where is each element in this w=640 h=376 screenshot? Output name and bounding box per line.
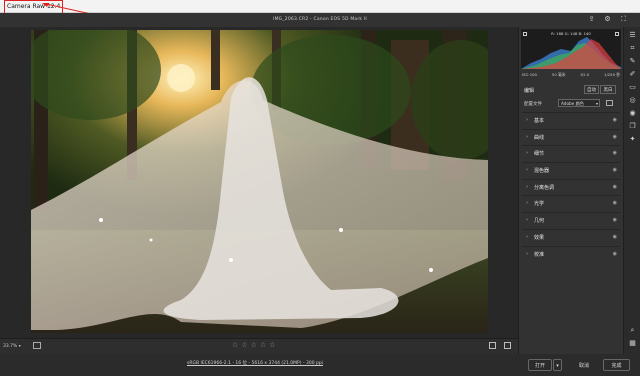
eye-icon[interactable]: ◉ (613, 217, 617, 223)
tool-strip: ☰ ⌗ ✎ ✐ ▭ ◎ ◉ ❐ ✦ ⌕ ▦ (623, 27, 640, 354)
chevron-right-icon: › (526, 217, 528, 224)
star-1-icon[interactable]: ☆ (232, 341, 238, 350)
panel-basic[interactable]: › 基本 ◉ (522, 112, 620, 129)
panel-geometry[interactable]: › 几何 ◉ (522, 212, 620, 229)
photo-preview[interactable] (31, 30, 488, 333)
edit-title: 编辑 (524, 88, 535, 94)
panel-label: 混色器 (534, 168, 550, 175)
eye-icon[interactable]: ◉ (613, 200, 617, 206)
exif-lens: 50 毫米 (551, 72, 566, 77)
black-white-button[interactable]: 黑白 (600, 85, 616, 94)
panel-label: 几何 (534, 218, 545, 225)
snapshots-icon[interactable]: ❐ (627, 121, 638, 131)
eye-icon[interactable]: ◉ (613, 117, 617, 123)
healing-brush-icon[interactable]: ✎ (627, 56, 638, 66)
zoom-value: 33.7% (3, 344, 18, 349)
shadow-clip-icon[interactable] (523, 32, 527, 36)
before-after-icon[interactable] (489, 342, 496, 349)
sliders-icon[interactable]: ☰ (627, 30, 638, 40)
workflow-options-link[interactable]: sRGB IEC61966-2.1 - 16 位 - 5616 x 3744 (… (0, 360, 510, 366)
open-dropdown-icon[interactable]: ▾ (553, 359, 562, 371)
red-eye-icon[interactable]: ◉ (627, 108, 638, 118)
star-rating[interactable]: ☆ ☆ ☆ ☆ ☆ (232, 341, 275, 350)
histogram-readout: R: 168 G: 148 B: 140 (551, 31, 591, 36)
star-4-icon[interactable]: ☆ (260, 341, 266, 350)
chevron-right-icon: › (526, 250, 528, 257)
panel-label: 光学 (534, 201, 545, 208)
presets-icon[interactable]: ✦ (627, 134, 638, 144)
panel-label: 效果 (534, 234, 545, 241)
profile-select[interactable]: Adobe 颜色 ▾ (558, 99, 600, 107)
open-button[interactable]: 打开 (528, 359, 552, 371)
edit-panel: R: 168 G: 148 B: 140 ISO 100 50 毫米 f/2.0… (518, 27, 623, 354)
eye-icon[interactable]: ◉ (613, 234, 617, 240)
histogram: R: 168 G: 148 B: 140 (521, 29, 621, 69)
cancel-button[interactable]: 取消 (572, 359, 596, 371)
radial-filter-icon[interactable]: ◎ (627, 95, 638, 105)
compare-view-icon[interactable] (504, 342, 511, 349)
zoom-level[interactable]: 33.7% ▾ (3, 343, 21, 349)
top-toolbar: IMG_2063.CR2 - Canon EOS 5D Mark II ⇪ ⚙ … (0, 13, 640, 27)
footer: sRGB IEC61966-2.1 - 16 位 - 5616 x 3744 (… (0, 354, 640, 376)
panel-label: 细节 (534, 151, 545, 158)
panel-list: › 基本 ◉ › 曲线 ◉ › 细节 ◉ › 混色器 ◉ › 分离色调 ◉ › … (522, 112, 620, 262)
chevron-right-icon: › (526, 117, 528, 123)
exif-iso: ISO 100 (522, 72, 537, 77)
exif-shutter: 1/250 秒 (604, 72, 620, 77)
panel-label: 曲线 (534, 134, 545, 141)
share-icon[interactable]: ⇪ (587, 14, 596, 24)
panel-calibration[interactable]: › 校准 ◉ (522, 245, 620, 263)
panel-label: 分离色调 (534, 184, 555, 191)
star-2-icon[interactable]: ☆ (241, 341, 247, 350)
panel-curve[interactable]: › 曲线 ◉ (522, 128, 620, 146)
fullscreen-icon[interactable]: ⛶ (619, 14, 628, 24)
auto-button[interactable]: 自动 (584, 85, 599, 94)
panel-split-toning[interactable]: › 分离色调 ◉ (522, 178, 620, 196)
graduated-filter-icon[interactable]: ▭ (627, 82, 638, 92)
panel-optics[interactable]: › 光学 ◉ (522, 195, 620, 212)
zoom-dropdown-icon[interactable]: ▾ (19, 343, 21, 348)
settings-icon[interactable]: ⚙ (603, 14, 612, 24)
eye-icon[interactable]: ◉ (613, 134, 617, 140)
panel-detail[interactable]: › 细节 ◉ (522, 145, 620, 162)
profile-browser-icon[interactable] (606, 100, 613, 106)
eye-icon[interactable]: ◉ (613, 251, 617, 257)
exif-info: ISO 100 50 毫米 f/2.0 1/250 秒 (522, 72, 620, 78)
chevron-right-icon: › (526, 133, 528, 140)
panel-label: 校准 (534, 251, 545, 258)
eye-icon[interactable]: ◉ (613, 184, 617, 190)
canvas-bottom-bar: 33.7% ▾ ☆ ☆ ☆ ☆ ☆ (0, 338, 518, 354)
chevron-right-icon: › (526, 233, 528, 240)
highlight-clip-icon[interactable] (615, 32, 619, 36)
profile-row: 配置文件 Adobe 颜色 ▾ (522, 99, 620, 109)
canvas-area (0, 27, 518, 338)
chevron-down-icon: ▾ (595, 101, 598, 106)
eye-icon[interactable]: ◉ (613, 167, 617, 173)
adjustment-brush-icon[interactable]: ✐ (627, 69, 638, 79)
profile-value: Adobe 颜色 (561, 101, 584, 106)
zoom-tool-icon[interactable]: ⌕ (627, 325, 638, 335)
file-info-text: IMG_2063.CR2 - Canon EOS 5D Mark II (273, 17, 367, 22)
eye-icon[interactable]: ◉ (613, 150, 617, 156)
exif-aperture: f/2.0 (580, 72, 590, 77)
crop-icon[interactable]: ⌗ (627, 43, 638, 53)
profile-label: 配置文件 (524, 102, 542, 107)
star-3-icon[interactable]: ☆ (251, 341, 257, 350)
chevron-right-icon: › (526, 183, 528, 190)
done-button[interactable]: 完成 (603, 359, 630, 371)
chevron-right-icon: › (526, 150, 528, 157)
panel-effects[interactable]: › 效果 ◉ (522, 228, 620, 246)
panel-label: 基本 (534, 118, 545, 124)
grid-icon[interactable]: ▦ (627, 338, 638, 348)
edit-header: 编辑 自动 黑白 (522, 85, 620, 95)
chevron-right-icon: › (526, 167, 528, 174)
filmstrip-toggle-icon[interactable] (33, 342, 41, 349)
star-5-icon[interactable]: ☆ (269, 341, 275, 350)
chevron-right-icon: › (526, 200, 528, 207)
panel-color-mixer[interactable]: › 混色器 ◉ (522, 162, 620, 179)
